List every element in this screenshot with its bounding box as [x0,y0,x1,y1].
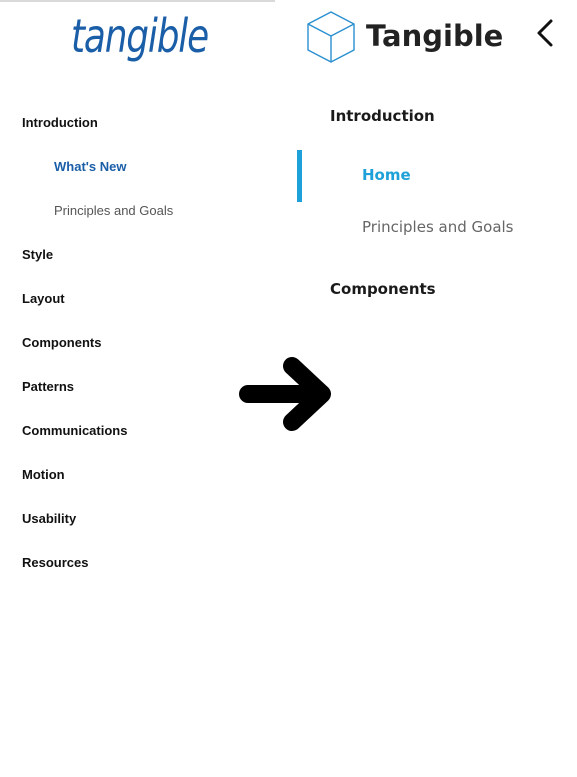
nav-section-components[interactable]: Components [330,279,436,299]
nav-subitem-home[interactable]: Home [362,165,411,185]
arrow-right-icon [239,357,331,431]
active-item-indicator [297,150,302,202]
nav-item-introduction[interactable]: Introduction [22,115,98,131]
nav-item-layout[interactable]: Layout [22,291,65,307]
nav-item-usability[interactable]: Usability [22,511,76,527]
nav-item-communications[interactable]: Communications [22,423,127,439]
nav-subitem-principles-and-goals[interactable]: Principles and Goals [54,203,173,219]
tangible-logo-old[interactable]: tangible [71,8,209,64]
nav-subitem-whats-new[interactable]: What's New [54,159,126,175]
nav-item-resources[interactable]: Resources [22,555,88,571]
nav-item-components[interactable]: Components [22,335,101,351]
cube-icon [307,11,355,63]
nav-item-motion[interactable]: Motion [22,467,65,483]
chevron-left-icon[interactable] [533,18,557,48]
nav-subitem-principles-and-goals-new[interactable]: Principles and Goals [362,217,514,237]
nav-section-introduction[interactable]: Introduction [330,106,435,126]
comparison-stage: tangible Introduction What's New Princip… [0,0,577,777]
top-divider [0,0,275,2]
nav-item-patterns[interactable]: Patterns [22,379,74,395]
nav-item-style[interactable]: Style [22,247,53,263]
tangible-logo-new[interactable]: Tangible [366,18,503,54]
